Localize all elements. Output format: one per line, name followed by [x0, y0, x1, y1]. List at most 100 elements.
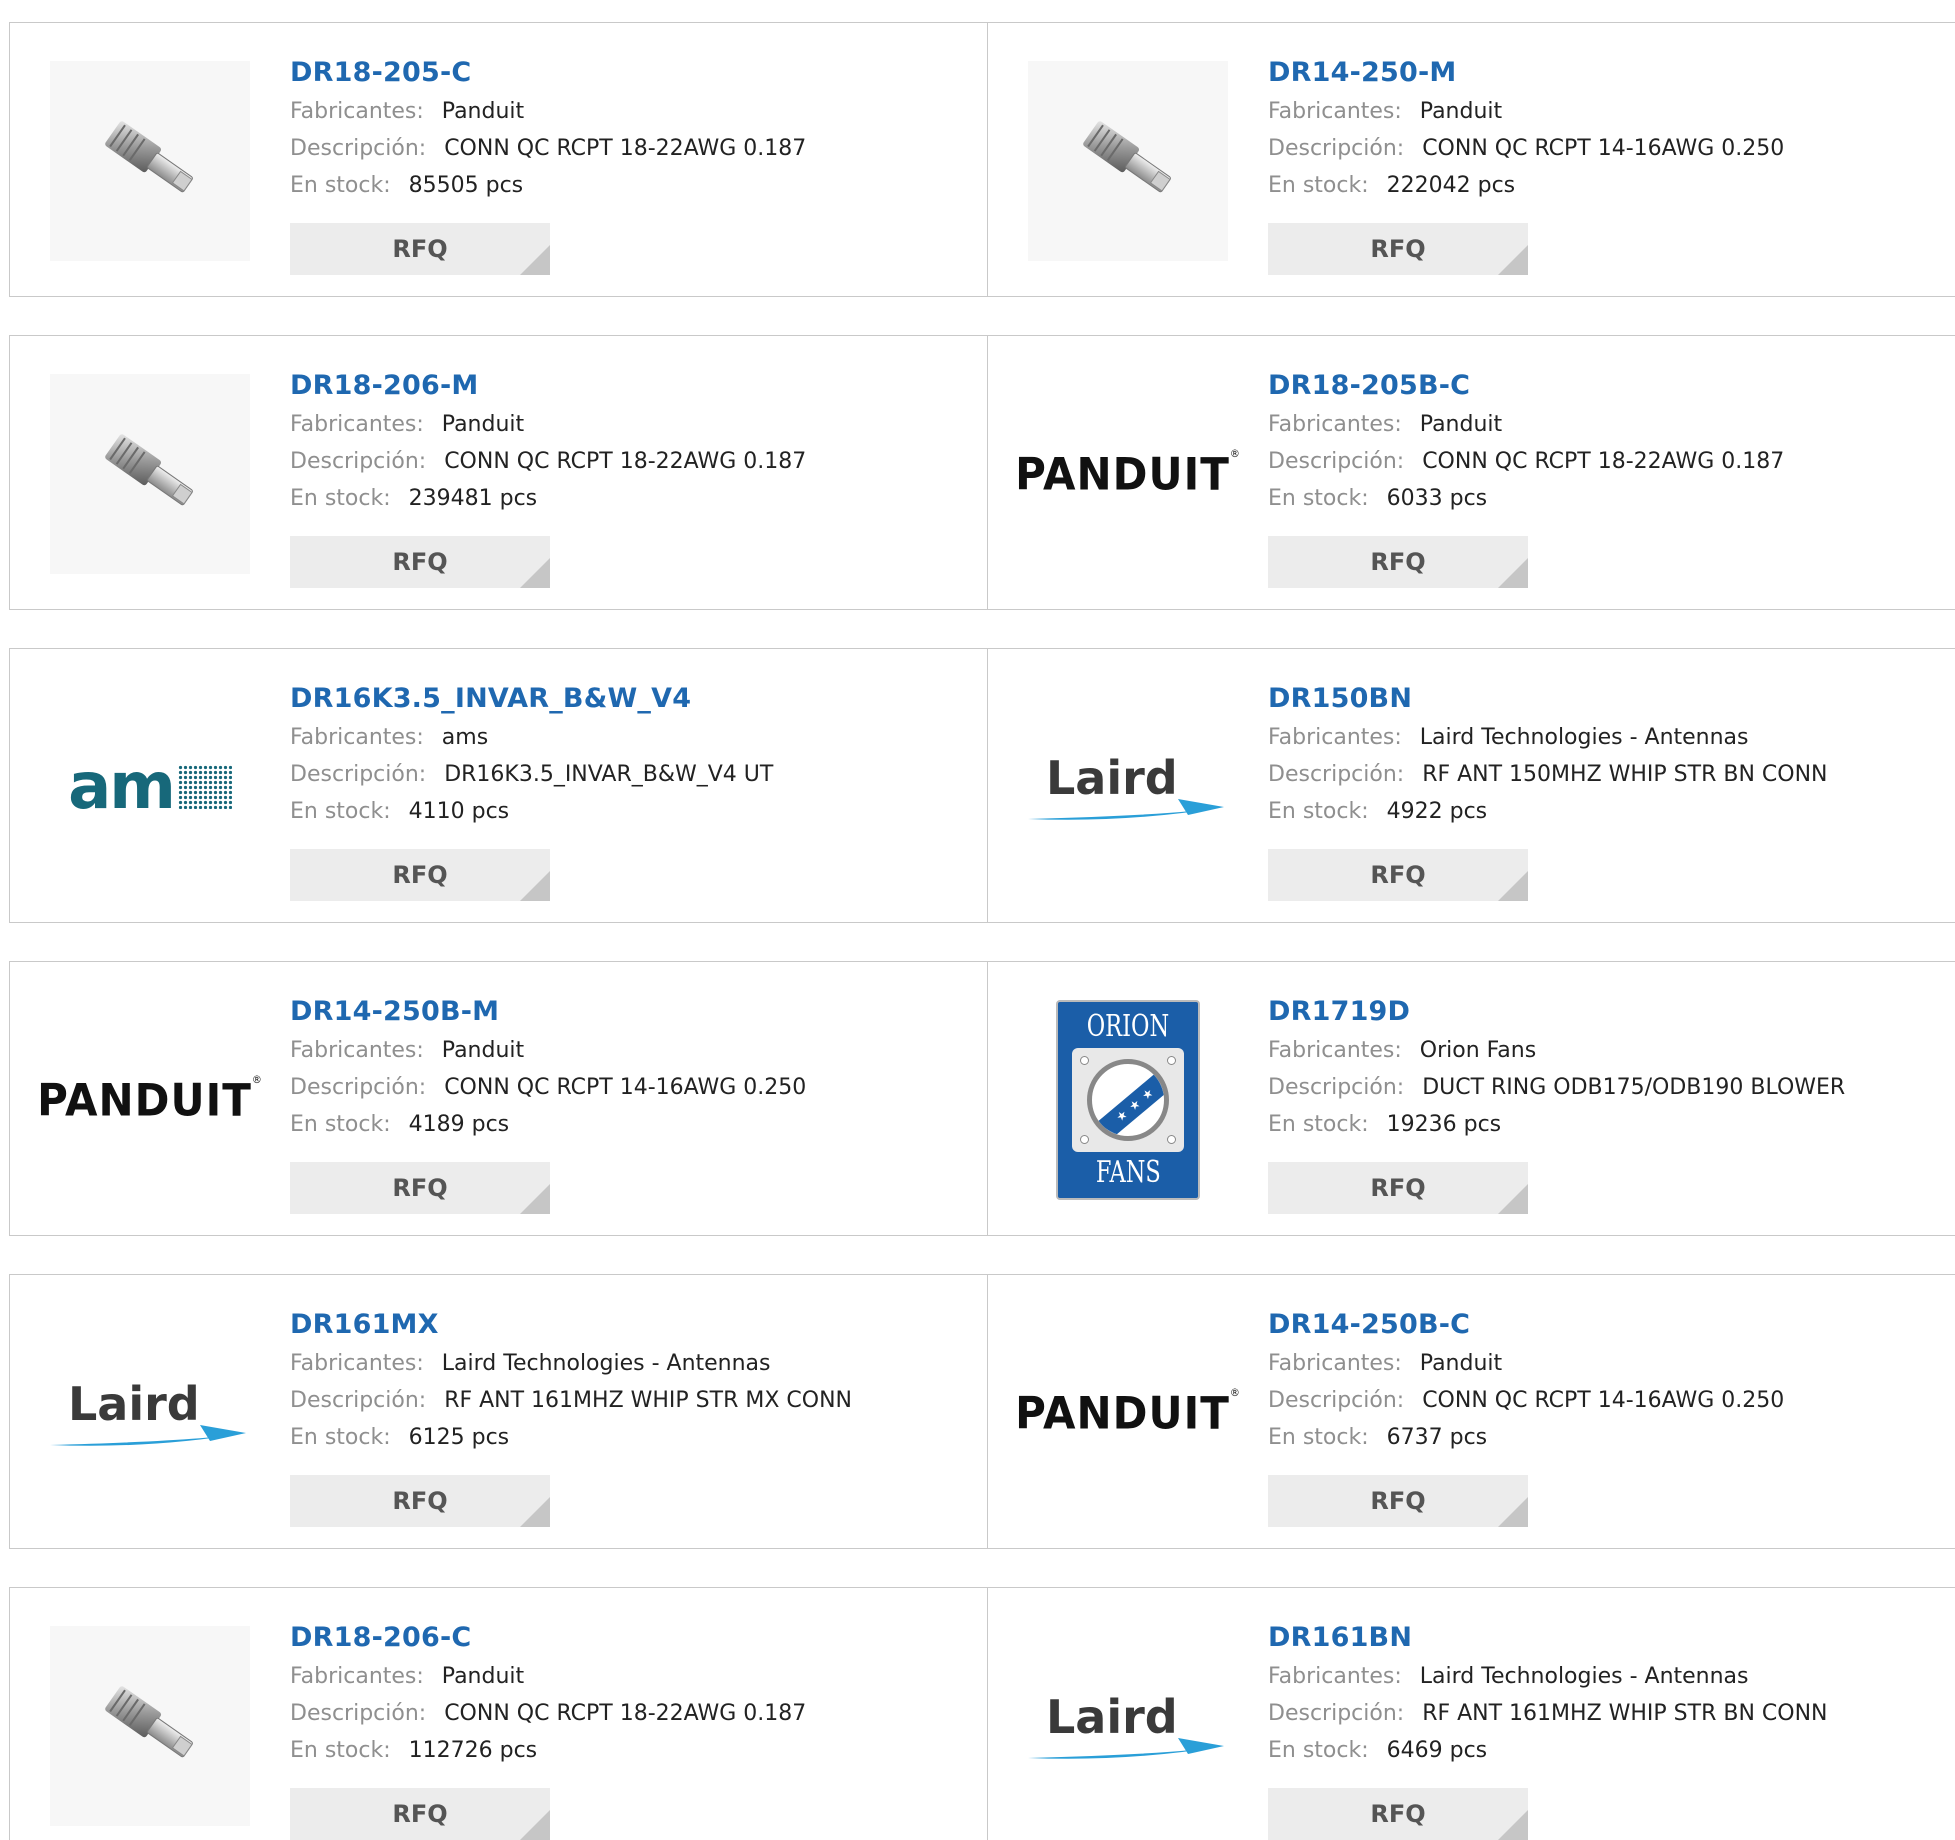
product-part-link[interactable]: DR14-250B-C [1268, 1305, 1784, 1345]
rfq-button[interactable]: RFQ [1268, 1475, 1528, 1527]
manufacturer-label: Fabricantes: [1268, 412, 1402, 437]
description-row: Descripción: RF ANT 161MHZ WHIP STR MX CO… [290, 1382, 852, 1419]
stock-label: En stock: [290, 486, 391, 511]
product-card: DR14-250-M Fabricantes: Panduit Descripción… [988, 23, 1955, 296]
rfq-label: RFQ [1370, 1800, 1426, 1828]
product-card: Laird DR161BN Fabricantes: Laird Technologi… [988, 1588, 1955, 1840]
manufacturer-value: Laird Technologies - Antennas [441, 1351, 771, 1376]
product-thumbnail[interactable]: PANDUIT® [1015, 374, 1240, 574]
manufacturer-value: Panduit [1419, 1351, 1503, 1376]
stock-value: 6469 pcs [1386, 1738, 1488, 1763]
stock-row: En stock: 6469 pcs [1268, 1732, 1828, 1769]
stock-row: En stock: 85505 pcs [290, 167, 806, 204]
stock-row: En stock: 239481 pcs [290, 480, 806, 517]
product-thumbnail[interactable] [50, 374, 250, 574]
rfq-button[interactable]: RFQ [1268, 536, 1528, 588]
rfq-button[interactable]: RFQ [1268, 1788, 1528, 1840]
product-thumbnail[interactable]: Laird [1028, 687, 1228, 887]
connector-image [105, 434, 193, 506]
product-thumbnail[interactable] [50, 61, 250, 261]
product-part-link[interactable]: DR161BN [1268, 1618, 1828, 1658]
connector-image [1083, 121, 1171, 193]
corner-triangle-icon [1498, 558, 1528, 588]
product-thumbnail[interactable]: Laird [1028, 1626, 1228, 1826]
description-row: Descripción: CONN QC RCPT 18-22AWG 0.187 [290, 130, 806, 167]
rfq-button[interactable]: RFQ [290, 223, 550, 275]
product-card: DR18-205-C Fabricantes: Panduit Descripción… [10, 23, 988, 296]
description-value: CONN QC RCPT 18-22AWG 0.187 [444, 136, 807, 161]
manufacturer-row: Fabricantes: Panduit [290, 1032, 806, 1069]
description-value: CONN QC RCPT 18-22AWG 0.187 [444, 1701, 807, 1726]
corner-triangle-icon [520, 1184, 550, 1214]
stock-row: En stock: 6125 pcs [290, 1419, 852, 1456]
product-part-link[interactable]: DR18-206-M [290, 366, 806, 406]
rfq-button[interactable]: RFQ [290, 1162, 550, 1214]
product-thumbnail[interactable] [50, 1626, 250, 1826]
manufacturer-label: Fabricantes: [290, 1351, 424, 1376]
rfq-label: RFQ [392, 1174, 448, 1202]
rfq-button[interactable]: RFQ [1268, 849, 1528, 901]
product-card: Laird DR150BN Fabricantes: Laird Technologi… [988, 649, 1955, 922]
description-label: Descripción: [1268, 449, 1405, 474]
stock-row: En stock: 222042 pcs [1268, 167, 1784, 204]
manufacturer-row: Fabricantes: Panduit [1268, 406, 1784, 443]
corner-triangle-icon [1498, 245, 1528, 275]
laird-logo: Laird [1028, 1686, 1228, 1766]
stock-row: En stock: 6737 pcs [1268, 1419, 1784, 1456]
manufacturer-label: Fabricantes: [1268, 725, 1402, 750]
manufacturer-row: Fabricantes: Laird Technologies - Antenna… [1268, 719, 1828, 756]
description-value: CONN QC RCPT 14-16AWG 0.250 [444, 1075, 807, 1100]
manufacturer-row: Fabricantes: ams [290, 719, 773, 756]
manufacturer-value: Panduit [1419, 99, 1503, 124]
rfq-button[interactable]: RFQ [290, 1788, 550, 1840]
manufacturer-value: Orion Fans [1419, 1038, 1537, 1063]
description-label: Descripción: [290, 1388, 427, 1413]
rfq-label: RFQ [1370, 1487, 1426, 1515]
stock-row: En stock: 112726 pcs [290, 1732, 806, 1769]
description-label: Descripción: [1268, 136, 1405, 161]
product-thumbnail[interactable]: am [50, 687, 250, 887]
product-part-link[interactable]: DR18-205B-C [1268, 366, 1784, 406]
rfq-label: RFQ [392, 1487, 448, 1515]
product-thumbnail[interactable]: PANDUIT® [1015, 1313, 1240, 1513]
manufacturer-row: Fabricantes: Panduit [1268, 93, 1784, 130]
product-thumbnail[interactable]: ORION ★★★ FANS [1028, 1000, 1228, 1200]
description-value: CONN QC RCPT 14-16AWG 0.250 [1422, 1388, 1785, 1413]
manufacturer-value: ams [441, 725, 489, 750]
stock-value: 85505 pcs [408, 173, 524, 198]
product-thumbnail[interactable] [1028, 61, 1228, 261]
product-part-link[interactable]: DR1719D [1268, 992, 1845, 1032]
product-thumbnail[interactable]: PANDUIT® [37, 1000, 262, 1200]
product-part-link[interactable]: DR161MX [290, 1305, 852, 1345]
description-label: Descripción: [1268, 762, 1405, 787]
product-row: PANDUIT® DR14-250B-M Fabricantes: Panduit De… [9, 961, 1955, 1236]
stock-row: En stock: 4110 pcs [290, 793, 773, 830]
stock-row: En stock: 19236 pcs [1268, 1106, 1845, 1143]
product-card: DR18-206-C Fabricantes: Panduit Descripción… [10, 1588, 988, 1840]
rfq-button[interactable]: RFQ [290, 849, 550, 901]
manufacturer-value: Laird Technologies - Antennas [1419, 725, 1749, 750]
stock-label: En stock: [1268, 173, 1369, 198]
product-thumbnail[interactable]: Laird [50, 1313, 250, 1513]
rfq-label: RFQ [1370, 1174, 1426, 1202]
product-part-link[interactable]: DR150BN [1268, 679, 1828, 719]
corner-triangle-icon [520, 1810, 550, 1840]
description-row: Descripción: CONN QC RCPT 18-22AWG 0.187 [290, 1695, 806, 1732]
product-part-link[interactable]: DR18-205-C [290, 53, 806, 93]
rfq-button[interactable]: RFQ [1268, 1162, 1528, 1214]
product-part-link[interactable]: DR14-250-M [1268, 53, 1784, 93]
stock-value: 6737 pcs [1386, 1425, 1488, 1450]
rfq-button[interactable]: RFQ [1268, 223, 1528, 275]
rfq-button[interactable]: RFQ [290, 1475, 550, 1527]
description-label: Descripción: [290, 1701, 427, 1726]
stock-label: En stock: [290, 1425, 391, 1450]
rfq-button[interactable]: RFQ [290, 536, 550, 588]
stock-value: 112726 pcs [408, 1738, 538, 1763]
manufacturer-label: Fabricantes: [290, 99, 424, 124]
product-part-link[interactable]: DR14-250B-M [290, 992, 806, 1032]
product-part-link[interactable]: DR18-206-C [290, 1618, 806, 1658]
description-row: Descripción: DR16K3.5_INVAR_B&W_V4 UT [290, 756, 773, 793]
stock-row: En stock: 4189 pcs [290, 1106, 806, 1143]
product-part-link[interactable]: DR16K3.5_INVAR_B&W_V4 [290, 679, 773, 719]
stock-label: En stock: [1268, 1738, 1369, 1763]
